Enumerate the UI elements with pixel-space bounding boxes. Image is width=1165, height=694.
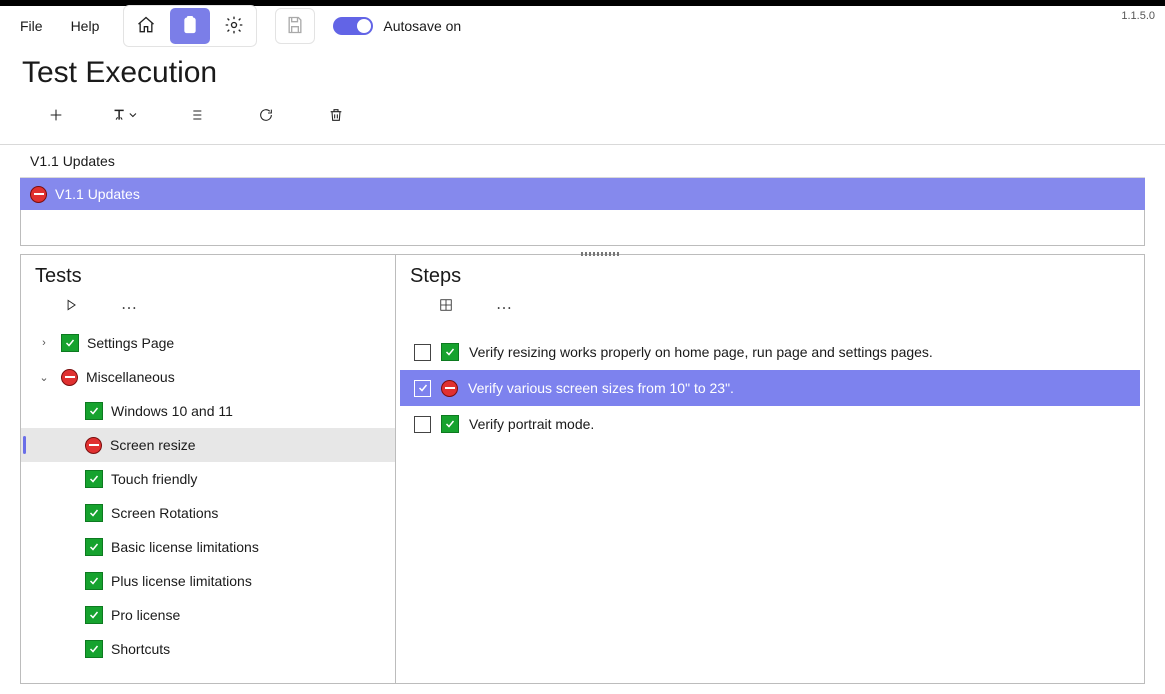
list-icon: [188, 107, 204, 126]
autosave-toggle[interactable]: [333, 17, 373, 35]
step-row[interactable]: Verify portrait mode.: [400, 406, 1140, 442]
more-icon: [121, 298, 137, 314]
secondary-toolbar: [0, 96, 1165, 145]
refresh-button[interactable]: [252, 102, 280, 130]
step-checkbox[interactable]: [414, 344, 431, 361]
add-button[interactable]: [42, 102, 70, 130]
test-label: Touch friendly: [111, 471, 197, 487]
pass-icon: [85, 504, 103, 522]
refresh-icon: [258, 107, 274, 126]
test-row[interactable]: ⌄ Miscellaneous: [21, 360, 395, 394]
test-label: Settings Page: [87, 335, 174, 351]
step-label: Verify portrait mode.: [469, 416, 594, 432]
test-label: Plus license limitations: [111, 573, 252, 589]
pass-icon: [85, 572, 103, 590]
save-button[interactable]: [275, 8, 315, 44]
step-label: Verify resizing works properly on home p…: [469, 344, 933, 360]
play-icon: [64, 298, 78, 315]
fail-icon: [30, 186, 47, 203]
tests-panel-title: Tests: [21, 255, 395, 294]
format-button[interactable]: [112, 102, 140, 130]
fail-icon: [441, 380, 458, 397]
pass-icon: [85, 640, 103, 658]
test-row[interactable]: Plus license limitations: [21, 564, 395, 598]
tests-more-button[interactable]: [119, 296, 139, 316]
menu-file[interactable]: File: [6, 12, 57, 40]
run-details-area: [20, 210, 1145, 246]
steps-toolbar: [396, 294, 1144, 326]
step-checkbox[interactable]: [414, 380, 431, 397]
pass-icon: [441, 415, 459, 433]
test-label: Screen Rotations: [111, 505, 218, 521]
pass-icon: [85, 470, 103, 488]
expander-icon[interactable]: ⌄: [35, 371, 53, 384]
save-icon: [285, 15, 305, 38]
page-title: Test Execution: [0, 46, 1165, 96]
pass-icon: [85, 606, 103, 624]
step-label: Verify various screen sizes from 10" to …: [468, 380, 734, 396]
step-checkbox[interactable]: [414, 416, 431, 433]
fail-icon: [85, 437, 102, 454]
home-icon: [136, 15, 156, 38]
test-row[interactable]: Screen resize: [21, 428, 395, 462]
primary-toolbar: [123, 5, 257, 47]
expander-icon[interactable]: ›: [35, 337, 53, 349]
panels: Tests › Settings Page ⌄ Miscellaneous Window…: [20, 254, 1145, 684]
clipboard-icon: [180, 15, 200, 38]
test-label: Basic license limitations: [111, 539, 259, 555]
menu-help[interactable]: Help: [57, 12, 114, 40]
delete-button[interactable]: [322, 102, 350, 130]
test-row[interactable]: › Settings Page: [21, 326, 395, 360]
tests-panel: Tests › Settings Page ⌄ Miscellaneous Window…: [21, 255, 396, 683]
test-row[interactable]: Windows 10 and 11: [21, 394, 395, 428]
run-banner[interactable]: V1.1 Updates: [20, 178, 1145, 210]
grid-icon: [439, 298, 453, 315]
tests-toolbar: [21, 294, 395, 326]
trash-icon: [328, 107, 344, 126]
version-label: 1.1.5.0: [1121, 10, 1155, 22]
settings-button[interactable]: [214, 8, 254, 44]
step-row[interactable]: Verify resizing works properly on home p…: [400, 334, 1140, 370]
test-row[interactable]: Pro license: [21, 598, 395, 632]
test-row[interactable]: Touch friendly: [21, 462, 395, 496]
test-label: Screen resize: [110, 437, 196, 453]
steps-panel: Steps Verify resizing works properly on …: [396, 255, 1144, 683]
fail-icon: [61, 369, 78, 386]
more-icon: [496, 298, 512, 314]
test-row[interactable]: Shortcuts: [21, 632, 395, 666]
test-label: Windows 10 and 11: [111, 403, 233, 419]
run-title: V1.1 Updates: [55, 186, 140, 202]
pass-icon: [85, 402, 103, 420]
run-test-button[interactable]: [61, 296, 81, 316]
pass-icon: [441, 343, 459, 361]
splitter-handle[interactable]: [581, 252, 621, 256]
test-row[interactable]: Basic license limitations: [21, 530, 395, 564]
menubar: File Help Autosave on 1.1.5.0: [0, 6, 1165, 46]
test-row[interactable]: Screen Rotations: [21, 496, 395, 530]
gear-icon: [224, 15, 244, 38]
autosave-toggle-group: Autosave on: [333, 17, 461, 35]
pass-icon: [85, 538, 103, 556]
autosave-label: Autosave on: [383, 18, 461, 34]
steps-list[interactable]: Verify resizing works properly on home p…: [396, 326, 1144, 450]
step-row[interactable]: Verify various screen sizes from 10" to …: [400, 370, 1140, 406]
test-label: Shortcuts: [111, 641, 170, 657]
clipboard-button[interactable]: [170, 8, 210, 44]
list-button[interactable]: [182, 102, 210, 130]
tests-tree[interactable]: › Settings Page ⌄ Miscellaneous Windows 10 a…: [21, 326, 395, 683]
test-label: Miscellaneous: [86, 369, 175, 385]
home-button[interactable]: [126, 8, 166, 44]
steps-more-button[interactable]: [494, 296, 514, 316]
type-dropdown-icon: [113, 107, 139, 126]
breadcrumb[interactable]: V1.1 Updates: [20, 145, 1145, 178]
plus-icon: [48, 107, 64, 126]
steps-grid-button[interactable]: [436, 296, 456, 316]
pass-icon: [61, 334, 79, 352]
steps-panel-title: Steps: [396, 255, 1144, 294]
test-label: Pro license: [111, 607, 180, 623]
